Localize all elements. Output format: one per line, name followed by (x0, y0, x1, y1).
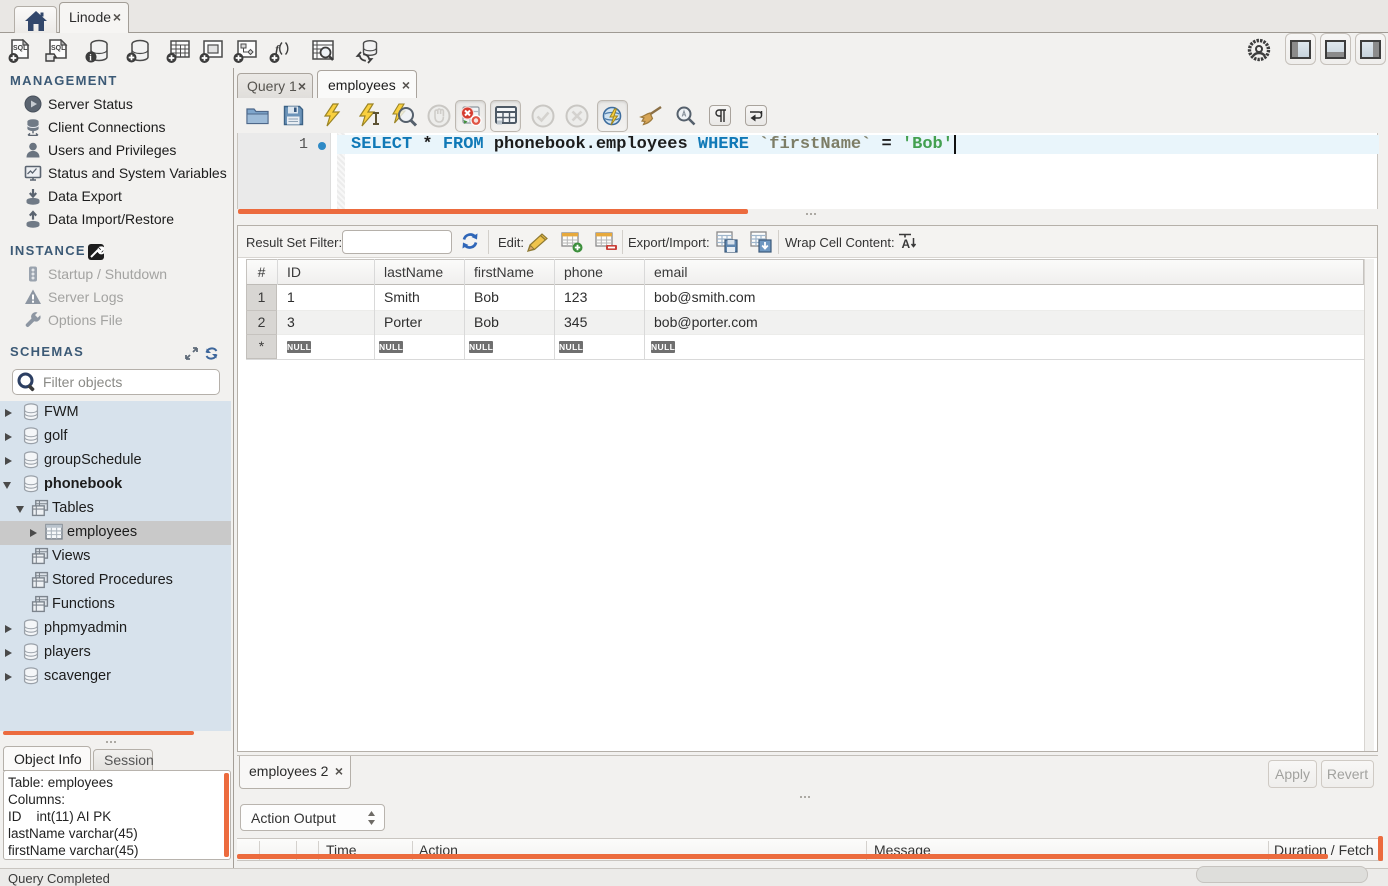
svg-text:A: A (902, 237, 911, 251)
svg-text:SQL: SQL (13, 45, 28, 52)
svg-text:SQL: SQL (51, 45, 66, 52)
